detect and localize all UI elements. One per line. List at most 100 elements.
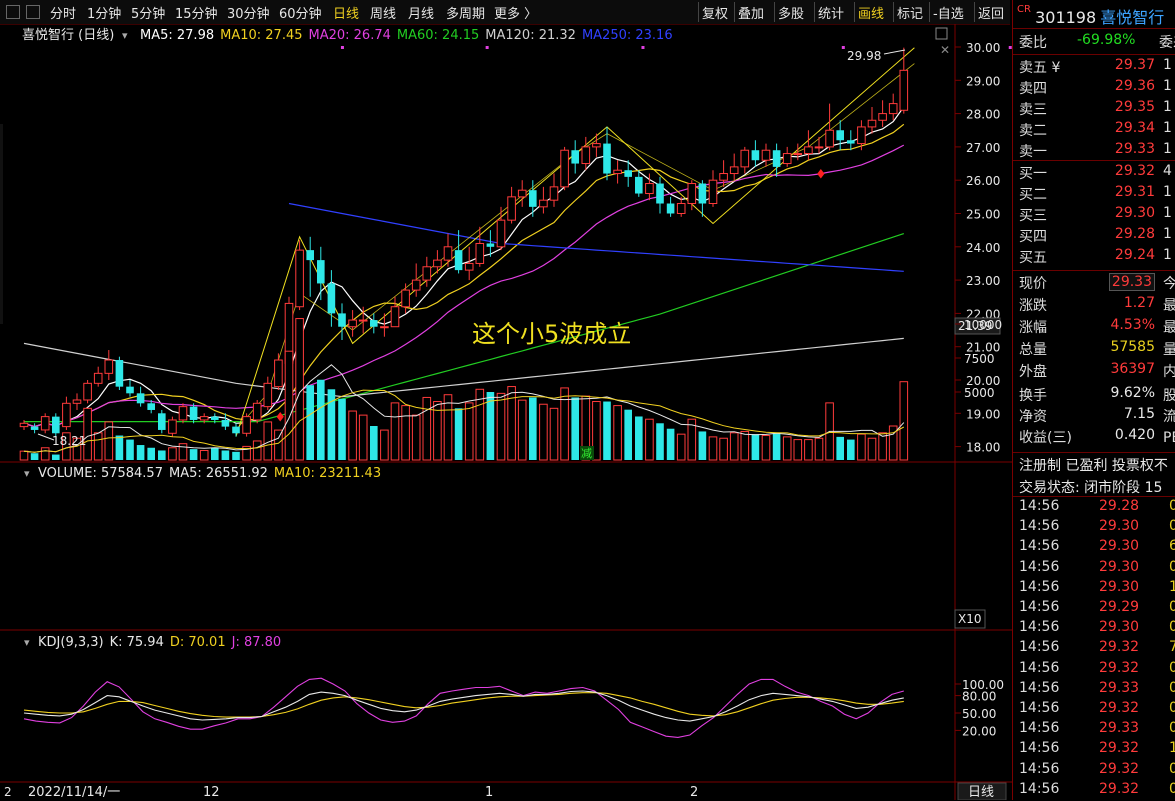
toolbar-separator — [893, 2, 894, 22]
toolbar-button[interactable]: 叠加 — [738, 3, 764, 22]
stat-value: 9.62% — [1110, 385, 1155, 401]
tick-price: 29.32 — [1099, 700, 1140, 716]
stat-value: 7.15 — [1123, 406, 1155, 422]
toolbar-button[interactable]: 返回 — [978, 3, 1004, 22]
kline-chart[interactable]: ♦ ♦ 喜悦智行 (日线) ▾ MA5: 27.98 MA10: 27.45 MA20… — [0, 24, 1012, 800]
signal-dot — [340, 46, 344, 49]
tick-volume: 1 — [1169, 578, 1175, 595]
volume-legend: VOLUME: 57584.57 MA5: 26551.92 MA10: 23211… — [38, 466, 381, 481]
stat-row: 涨跌 1.27 最高 — [1019, 295, 1175, 315]
period-tab[interactable]: 日线 — [333, 3, 359, 22]
panel-toggle-icon[interactable] — [26, 5, 40, 19]
candle-body — [560, 149, 569, 188]
buy-signal-marker: ♦ — [815, 168, 827, 183]
tick-price: 29.32 — [1099, 780, 1140, 797]
bid-volume: 4 — [1163, 163, 1172, 179]
legend-item: MA250: 23.16 — [582, 28, 673, 43]
candle-body — [72, 399, 82, 404]
stat-label: 涨跌 — [1019, 298, 1047, 314]
candle-body — [529, 190, 537, 207]
stat-value: 4.53% — [1110, 317, 1155, 333]
tick-volume: 0 — [1169, 518, 1175, 535]
stat-label: 收益(三) — [1019, 430, 1072, 446]
tick-time: 14:56 — [1019, 740, 1060, 757]
period-tab[interactable]: 15分钟 — [175, 3, 218, 22]
layout-toggle-icon[interactable] — [6, 5, 20, 19]
toolbar-button[interactable]: 标记 — [897, 3, 923, 22]
period-tab[interactable]: 多周期 — [446, 3, 485, 22]
toolbar-button[interactable]: 画线 — [858, 3, 884, 22]
volume-bar — [867, 437, 877, 461]
candle-body — [676, 203, 686, 214]
volume-bar — [221, 450, 230, 460]
tick-row: 14:56 29.29 0 — [1019, 599, 1175, 619]
volume-bar — [454, 408, 463, 460]
period-tab[interactable]: 1分钟 — [87, 3, 121, 22]
stat-row: 净资 7.15 流通 — [1019, 406, 1175, 426]
period-tab[interactable]: 周线 — [370, 3, 396, 22]
restore-icon[interactable] — [935, 27, 948, 40]
period-tab[interactable]: 5分钟 — [131, 3, 165, 22]
tick-price: 29.32 — [1099, 740, 1140, 757]
volume-bar — [708, 436, 718, 461]
toolbar-button[interactable]: 多股 — [778, 3, 804, 22]
tick-row: 14:56 29.30 0 — [1019, 619, 1175, 639]
ma250-line — [288, 202, 904, 272]
toolbar-button[interactable]: 复权 — [702, 3, 728, 22]
tick-time: 14:56 — [1019, 558, 1060, 575]
period-tab[interactable]: 更多 〉 — [494, 3, 537, 22]
volume-bar — [676, 433, 686, 461]
volume-axis-label: 10000 — [964, 318, 1002, 332]
weibi-label: 委比 — [1019, 35, 1047, 51]
volume-bar — [40, 447, 50, 461]
chart-title-dropdown-icon[interactable]: ▾ — [122, 29, 128, 42]
toolbar-separator — [734, 2, 735, 22]
volume-legend-icon[interactable]: ▾ — [24, 467, 30, 480]
volume-bar — [252, 440, 262, 461]
period-tab[interactable]: 月线 — [408, 3, 434, 22]
bid-label: 买二 — [1019, 187, 1047, 203]
bid-label: 买一 — [1019, 166, 1047, 182]
bid-row: 买一 29.32 4 — [1019, 163, 1175, 183]
tick-volume: 0 — [1169, 780, 1175, 797]
toolbar-button[interactable]: -自选 — [933, 3, 964, 22]
candle-body — [422, 266, 432, 281]
candle-body — [433, 259, 442, 268]
tick-time: 14:56 — [1019, 720, 1060, 737]
period-tab[interactable]: 分时 — [50, 3, 76, 22]
tick-price: 29.33 — [1099, 679, 1140, 696]
volume-bar — [782, 436, 792, 461]
toolbar-separator — [854, 2, 855, 22]
candle-body — [698, 183, 707, 204]
legend-item: MA10: 23211.43 — [274, 466, 381, 481]
kdj-axis-label: 50.00 — [962, 707, 996, 721]
candle-body — [507, 196, 516, 221]
toolbar-button[interactable]: 统计 — [818, 3, 844, 22]
tick-price: 29.28 — [1099, 498, 1140, 514]
period-tab[interactable]: 30分钟 — [227, 3, 270, 22]
candle-body — [52, 416, 60, 434]
legend-item: KDJ(9,3,3) — [38, 635, 104, 650]
ask-volume: 1 — [1163, 78, 1172, 94]
volume-ma5-line — [23, 364, 905, 453]
kdj-legend-icon[interactable]: ▾ — [24, 636, 30, 649]
volume-bar — [635, 416, 643, 460]
tick-time: 14:56 — [1019, 619, 1060, 636]
period-button[interactable]: 日线 — [968, 785, 994, 800]
price-axis-label: 19.00 — [966, 407, 1000, 421]
close-icon[interactable]: ✕ — [940, 43, 950, 57]
candle-body — [592, 143, 601, 148]
volume-bar — [390, 402, 400, 461]
weibi-row: 委比 -69.98% 委差 — [1019, 32, 1175, 52]
period-tab[interactable]: 60分钟 — [279, 3, 322, 22]
candle-body — [899, 69, 909, 111]
candle-body — [199, 416, 209, 421]
candle-body — [178, 406, 188, 421]
volume-bar — [306, 385, 314, 460]
left-scroll-handle[interactable] — [0, 124, 3, 324]
tick-time: 14:56 — [1019, 578, 1060, 595]
tick-price: 29.30 — [1099, 558, 1140, 575]
weidi-label: 委差 — [1159, 35, 1175, 51]
candle-body — [793, 153, 803, 156]
ask-label: 卖三 — [1019, 102, 1047, 118]
